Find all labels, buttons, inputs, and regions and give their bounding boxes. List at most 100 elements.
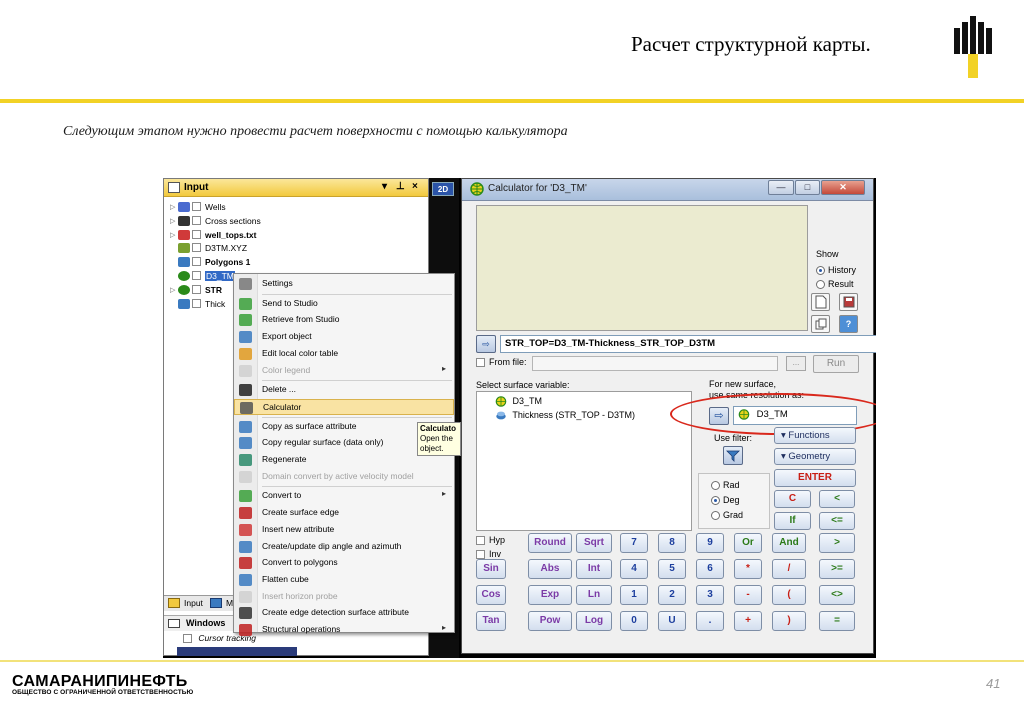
key-eq[interactable]: = [819, 611, 855, 631]
key-dot[interactable]: . [696, 611, 724, 631]
menu-item-create-surface-edge[interactable]: Create surface edge [234, 505, 454, 521]
expand-icon[interactable]: ▷ [170, 231, 178, 239]
visibility-checkbox[interactable] [192, 271, 201, 281]
tab-input[interactable]: Input [184, 598, 203, 608]
key-ge[interactable]: >= [819, 559, 855, 579]
save-button[interactable] [839, 293, 858, 311]
tree-item[interactable]: D3_TM [170, 270, 235, 283]
run-button[interactable]: Run [813, 355, 859, 373]
geometry-dropdown[interactable]: ▾ Geometry [774, 448, 856, 465]
insert-expression-button[interactable]: ⇨ [476, 335, 496, 353]
tree-item[interactable]: Polygons 1 [170, 256, 250, 269]
key-lparen[interactable]: ( [772, 585, 806, 605]
deg-radio[interactable]: Deg [711, 495, 740, 506]
key-sin[interactable]: Sin [476, 559, 506, 579]
expression-input[interactable]: STR_TOP=D3_TM-Thickness_STR_TOP_D3TM [500, 335, 876, 353]
key-round[interactable]: Round [528, 533, 572, 553]
key-d6[interactable]: 6 [696, 559, 724, 579]
tree-item[interactable]: Thick [170, 298, 225, 311]
key-int[interactable]: Int [576, 559, 612, 579]
expand-icon[interactable]: ▷ [170, 203, 178, 211]
key-le[interactable]: <= [819, 512, 855, 530]
maximize-button[interactable]: □ [795, 180, 820, 195]
browse-button[interactable]: ... [786, 356, 806, 371]
key-sqrt[interactable]: Sqrt [576, 533, 612, 553]
key-mul[interactable]: * [734, 559, 762, 579]
tree-item[interactable]: ▷ well_tops.txt [170, 229, 256, 242]
key-d8[interactable]: 8 [658, 533, 686, 553]
key-log[interactable]: Log [576, 611, 612, 631]
key-gt[interactable]: > [819, 533, 855, 553]
key-d5[interactable]: 5 [658, 559, 686, 579]
functions-dropdown[interactable]: ▾ Functions [774, 427, 856, 444]
variable-item-thickness[interactable]: Thickness (STR_TOP - D3TM) [495, 410, 635, 421]
inv-checkbox[interactable]: Inv [476, 549, 501, 560]
visibility-checkbox[interactable] [192, 202, 201, 212]
menu-item-send-to-studio[interactable]: Send to Studio [234, 296, 454, 312]
copy-button[interactable] [811, 315, 830, 333]
menu-item-edit-local-color-table[interactable]: Edit local color table [234, 346, 454, 362]
key-cos[interactable]: Cos [476, 585, 506, 605]
key-rparen[interactable]: ) [772, 611, 806, 631]
key-d7[interactable]: 7 [620, 533, 648, 553]
key-exp[interactable]: Exp [528, 585, 572, 605]
tree-item[interactable]: ▷ STR [170, 284, 222, 297]
show-history-radio[interactable]: History [816, 265, 856, 276]
key-d9[interactable]: 9 [696, 533, 724, 553]
menu-item-convert-to[interactable]: Convert to ▸ [234, 488, 454, 504]
key-minus[interactable]: - [734, 585, 762, 605]
visibility-checkbox[interactable] [192, 243, 201, 253]
menu-item-export-object[interactable]: Export object [234, 329, 454, 345]
menu-item-structural-operations[interactable]: Structural operations ▸ [234, 622, 454, 638]
menu-item-settings[interactable]: Settings [234, 276, 454, 292]
tree-item[interactable]: ▷ Cross sections [170, 215, 261, 228]
close-icon[interactable]: × [412, 181, 418, 192]
visibility-checkbox[interactable] [192, 216, 201, 226]
key-lt[interactable]: < [819, 490, 855, 508]
tree-item[interactable]: ▷ Wells [170, 201, 226, 214]
window-row[interactable] [177, 647, 297, 656]
key-div[interactable]: / [772, 559, 806, 579]
visibility-checkbox[interactable] [192, 257, 201, 267]
menu-item-retrieve-from-studio[interactable]: Retrieve from Studio [234, 312, 454, 328]
pin-icon[interactable]: ⊥ [396, 181, 405, 192]
key-and[interactable]: And [772, 533, 806, 553]
show-result-radio[interactable]: Result [816, 279, 854, 290]
menu-item-calculator[interactable]: Calculator [234, 398, 454, 415]
2d-window-tab[interactable]: 2D [432, 182, 454, 196]
key-tan[interactable]: Tan [476, 611, 506, 631]
grad-radio[interactable]: Grad [711, 510, 743, 521]
variable-item-d3tm[interactable]: D3_TM [495, 396, 542, 407]
key-u[interactable]: U [658, 611, 686, 631]
menu-item-delete[interactable]: Delete ... [234, 382, 454, 398]
menu-item-create-update-dip-angle-and-azimuth[interactable]: Create/update dip angle and azimuth [234, 539, 454, 555]
help-button[interactable]: ? [839, 315, 858, 333]
key-plus[interactable]: + [734, 611, 762, 631]
rad-radio[interactable]: Rad [711, 480, 740, 491]
key-if[interactable]: If [774, 512, 811, 530]
tree-item[interactable]: D3TM.XYZ [170, 242, 247, 255]
filter-button[interactable] [723, 446, 743, 465]
from-file-checkbox[interactable]: From file: [476, 357, 527, 368]
key-ne[interactable]: <> [819, 585, 855, 605]
key-pow[interactable]: Pow [528, 611, 572, 631]
key-d0[interactable]: 0 [620, 611, 648, 631]
key-abs[interactable]: Abs [528, 559, 572, 579]
key-d1[interactable]: 1 [620, 585, 648, 605]
new-document-button[interactable] [811, 293, 830, 311]
hyp-checkbox[interactable]: Hyp [476, 535, 505, 546]
visibility-checkbox[interactable] [192, 230, 201, 240]
expand-icon[interactable]: ▷ [170, 286, 178, 294]
cursor-tracking-checkbox[interactable] [183, 634, 192, 644]
visibility-checkbox[interactable] [192, 285, 201, 295]
menu-item-convert-to-polygons[interactable]: Convert to polygons [234, 555, 454, 571]
from-file-input[interactable] [532, 356, 778, 371]
enter-button[interactable]: ENTER [774, 469, 856, 487]
key-c[interactable]: C [774, 490, 811, 508]
key-ln[interactable]: Ln [576, 585, 612, 605]
minimize-button[interactable]: — [768, 180, 794, 195]
expand-icon[interactable]: ▷ [170, 217, 178, 225]
menu-item-create-edge-detection-surface-attribute[interactable]: Create edge detection surface attribute [234, 605, 454, 621]
menu-item-insert-new-attribute[interactable]: Insert new attribute [234, 522, 454, 538]
menu-item-flatten-cube[interactable]: Flatten cube [234, 572, 454, 588]
